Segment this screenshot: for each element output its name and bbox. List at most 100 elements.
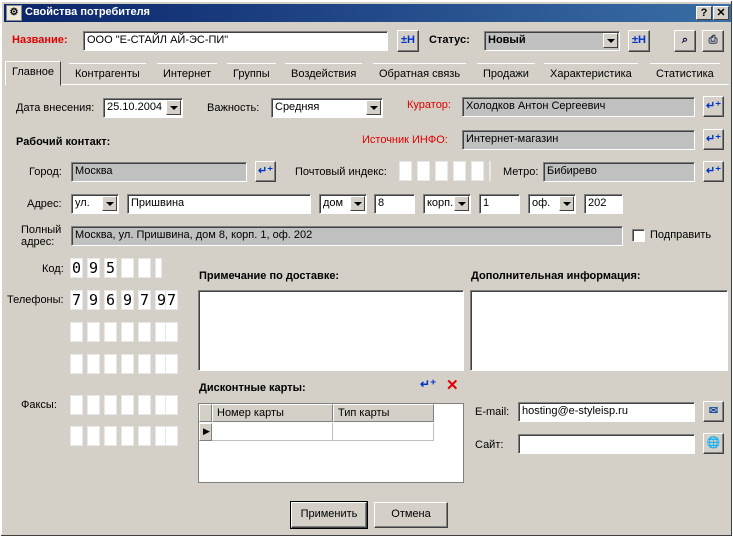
- phone-digit[interactable]: [165, 322, 178, 342]
- table-cell[interactable]: [212, 423, 333, 441]
- postal-digit[interactable]: [435, 161, 448, 181]
- phone-digit[interactable]: [70, 322, 83, 342]
- email-field[interactable]: hosting@e-styleisp.ru: [518, 402, 695, 422]
- tab-main[interactable]: Главное: [5, 61, 61, 86]
- chevron-down-icon[interactable]: [166, 100, 181, 115]
- house-field[interactable]: 8: [374, 194, 415, 214]
- phone-digit[interactable]: [138, 354, 151, 374]
- table-cell[interactable]: [333, 423, 434, 441]
- discount-cards-table[interactable]: Номер карты Тип карты ▶: [198, 403, 464, 483]
- chevron-down-icon[interactable]: [366, 100, 381, 115]
- korp-type-select[interactable]: корп.: [423, 194, 471, 214]
- help-button[interactable]: ?: [696, 6, 712, 20]
- chevron-down-icon[interactable]: [350, 196, 365, 211]
- phone-digit[interactable]: [104, 354, 117, 374]
- open-site-icon[interactable]: 🌐: [703, 433, 724, 454]
- phone-digit[interactable]: 7: [70, 290, 83, 310]
- fax-digit[interactable]: [121, 395, 134, 415]
- city-field: Москва: [71, 162, 247, 182]
- code-digit[interactable]: [155, 258, 162, 278]
- fax-digit[interactable]: [87, 395, 100, 415]
- add-card-icon[interactable]: ↵⁺: [420, 377, 437, 394]
- fax-digit[interactable]: [70, 426, 83, 446]
- postal-digit[interactable]: [489, 161, 491, 181]
- send-email-icon[interactable]: ✉: [703, 401, 724, 422]
- phone-digit[interactable]: [165, 354, 178, 374]
- fax-digit[interactable]: [87, 426, 100, 446]
- close-button[interactable]: ✕: [713, 6, 729, 20]
- street-field[interactable]: Пришвина: [127, 194, 311, 214]
- phone-digit[interactable]: 7: [165, 290, 178, 310]
- tab-internet[interactable]: Интернет: [157, 63, 217, 85]
- korp-field[interactable]: 1: [479, 194, 520, 214]
- fax-digit[interactable]: [104, 426, 117, 446]
- delivery-note-textarea[interactable]: [198, 290, 464, 371]
- status-select[interactable]: Новый: [484, 31, 620, 51]
- postal-digit[interactable]: [417, 161, 430, 181]
- phone-digit[interactable]: [121, 322, 134, 342]
- fax-digit[interactable]: [70, 395, 83, 415]
- tab-groups[interactable]: Группы: [227, 63, 276, 85]
- tab-feedback[interactable]: Обратная связь: [373, 63, 467, 85]
- column-card-type[interactable]: Тип карты: [333, 404, 434, 422]
- importance-select[interactable]: Средняя: [271, 98, 383, 118]
- tab-characteristics[interactable]: Характеристика: [544, 63, 638, 85]
- fax-digit[interactable]: [138, 395, 151, 415]
- fix-address-checkbox[interactable]: [632, 229, 645, 242]
- postal-digit[interactable]: [453, 161, 466, 181]
- date-field[interactable]: 25.10.2004: [103, 98, 183, 118]
- phone-digit[interactable]: [138, 322, 151, 342]
- city-pick-icon[interactable]: ↵⁺: [255, 161, 276, 182]
- phone-digit[interactable]: 6: [104, 290, 117, 310]
- city-label: Город:: [29, 166, 62, 178]
- phone-digit[interactable]: [121, 354, 134, 374]
- apply-button[interactable]: Применить: [290, 501, 368, 529]
- phone-digit[interactable]: [104, 322, 117, 342]
- phone-digit[interactable]: 7: [138, 290, 151, 310]
- chevron-down-icon[interactable]: [454, 196, 469, 211]
- postal-digit[interactable]: [399, 161, 412, 181]
- delete-card-icon[interactable]: ✕: [446, 376, 461, 394]
- cancel-button[interactable]: Отмена: [374, 502, 448, 528]
- fax-digit[interactable]: [165, 395, 178, 415]
- fax-digit[interactable]: [138, 426, 151, 446]
- name-field[interactable]: ООО "Е-СТАЙЛ АЙ-ЭС-ПИ": [83, 31, 388, 51]
- phone-digit[interactable]: [87, 322, 100, 342]
- fax-digit[interactable]: [121, 426, 134, 446]
- house-type-select[interactable]: дом: [319, 194, 367, 214]
- column-card-number[interactable]: Номер карты: [212, 404, 333, 422]
- code-digit[interactable]: 5: [104, 258, 117, 278]
- chevron-down-icon[interactable]: [102, 196, 117, 211]
- code-digit[interactable]: 9: [87, 258, 100, 278]
- curator-pick-icon[interactable]: ↵⁺: [703, 96, 724, 117]
- fax-digit[interactable]: [104, 395, 117, 415]
- phone-digit[interactable]: [70, 354, 83, 374]
- site-field[interactable]: [518, 434, 695, 454]
- office-type-select[interactable]: оф.: [528, 194, 576, 214]
- preview-icon[interactable]: ⌕: [674, 30, 696, 52]
- print-icon[interactable]: ⎙: [702, 30, 724, 52]
- tab-sales[interactable]: Продажи: [477, 63, 535, 85]
- extra-info-textarea[interactable]: [470, 290, 728, 371]
- source-field: Интернет-магазин: [462, 130, 695, 150]
- code-digit[interactable]: 0: [70, 258, 83, 278]
- tab-statistics[interactable]: Статистика: [650, 63, 720, 85]
- phone-digit[interactable]: 9: [87, 290, 100, 310]
- postal-digit[interactable]: [471, 161, 484, 181]
- phone-digit[interactable]: [87, 354, 100, 374]
- street-type-select[interactable]: ул.: [71, 194, 119, 214]
- office-field[interactable]: 202: [584, 194, 623, 214]
- name-bold-icon[interactable]: ±H: [397, 30, 419, 52]
- phone-digit[interactable]: 9: [121, 290, 134, 310]
- tab-contractors[interactable]: Контрагенты: [69, 63, 146, 85]
- chevron-down-icon[interactable]: [559, 196, 574, 211]
- status-history-icon[interactable]: ±H: [628, 30, 650, 52]
- fax-digit[interactable]: [165, 426, 178, 446]
- tab-actions[interactable]: Воздействия: [285, 63, 363, 85]
- code-digit[interactable]: [138, 258, 151, 278]
- chevron-down-icon[interactable]: [603, 33, 618, 48]
- metro-pick-icon[interactable]: ↵⁺: [703, 161, 724, 182]
- source-pick-icon[interactable]: ↵⁺: [703, 129, 724, 150]
- full-address-field: Москва, ул. Пришвина, дом 8, корп. 1, оф…: [71, 226, 623, 246]
- code-digit[interactable]: [121, 258, 134, 278]
